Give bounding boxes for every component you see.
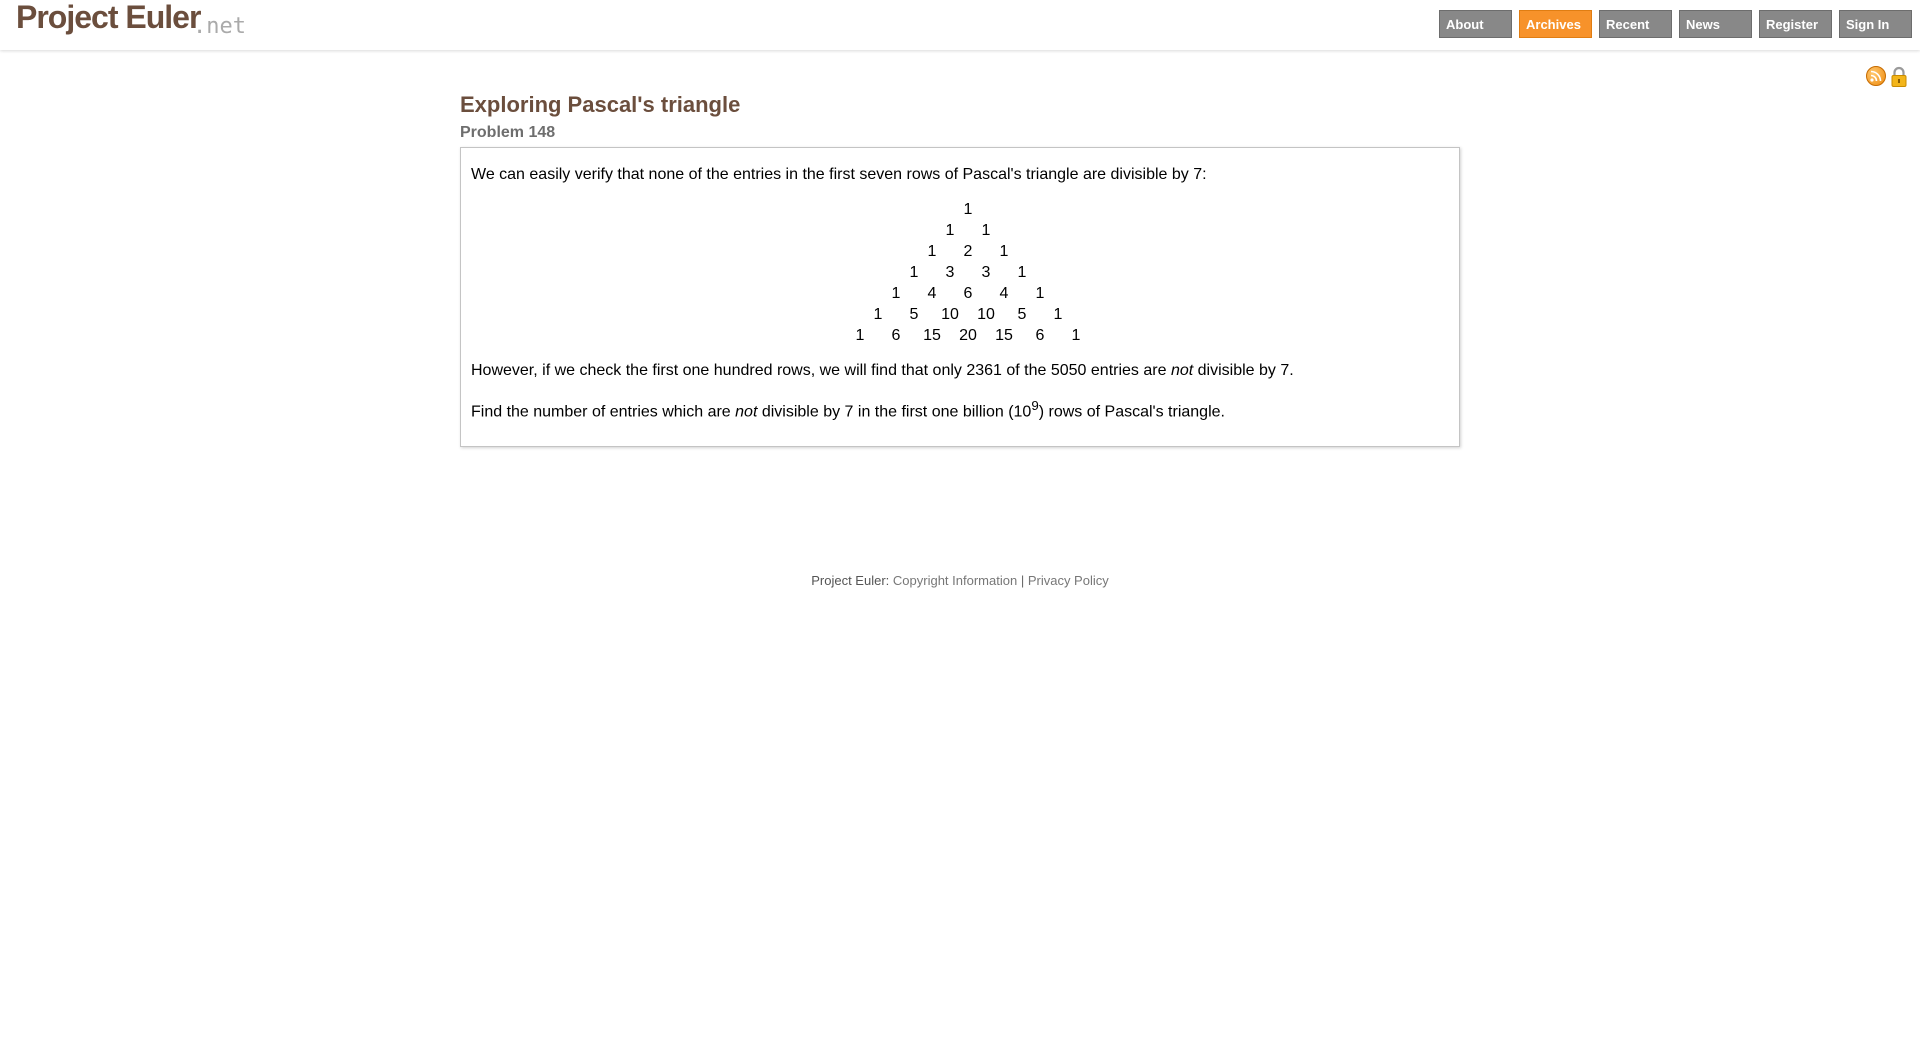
nav-news-button[interactable]: News bbox=[1679, 10, 1752, 38]
triangle-entry: 1 bbox=[999, 243, 1009, 260]
triangle-row: 1 3 3 1 bbox=[471, 262, 1449, 283]
corner-icons bbox=[1866, 66, 1908, 88]
para3-text-after: ) rows of Pascal's triangle. bbox=[1038, 403, 1225, 421]
para3-text-middle: divisible by 7 in the first one billion … bbox=[757, 403, 1032, 421]
triangle-entry: 10 bbox=[977, 306, 995, 323]
nav-sign-in-button[interactable]: Sign In bbox=[1839, 10, 1912, 38]
triangle-entry: 1 bbox=[927, 243, 937, 260]
triangle-entry: 20 bbox=[959, 327, 977, 344]
footer: Project Euler: Copyright Information | P… bbox=[0, 573, 1920, 588]
problem-paragraph-2: However, if we check the first one hundr… bbox=[471, 360, 1449, 381]
problem-intro: We can easily verify that none of the en… bbox=[471, 166, 1207, 183]
para3-exponent: 9 bbox=[1031, 398, 1039, 413]
pascal-triangle: 1 1 1 1 2 1 1 3 3 1 1 4 6 4 1 1 5 10 10 5 1 1 6 15 20 15 6 1 bbox=[471, 199, 1449, 346]
footer-separator: | bbox=[1020, 573, 1025, 588]
para2-text-after: divisible by 7. bbox=[1193, 362, 1294, 379]
triangle-entry: 6 bbox=[1035, 327, 1045, 344]
nav-about-button[interactable]: About bbox=[1439, 10, 1512, 38]
triangle-entry: 3 bbox=[981, 264, 991, 281]
triangle-entry: 1 bbox=[945, 222, 955, 239]
triangle-entry: 5 bbox=[1017, 306, 1027, 323]
triangle-entry: 1 bbox=[1035, 285, 1045, 302]
triangle-row: 1 4 6 4 1 bbox=[471, 283, 1449, 304]
nav-register-button[interactable]: Register bbox=[1759, 10, 1832, 38]
top-bar: Project Euler .net About Archives Recent… bbox=[0, 0, 1920, 50]
triangle-entry: 4 bbox=[999, 285, 1009, 302]
triangle-entry: 6 bbox=[891, 327, 901, 344]
triangle-entry: 1 bbox=[963, 201, 973, 218]
problem-paragraph-3: Find the number of entries which are not… bbox=[471, 395, 1449, 422]
nav-recent-button[interactable]: Recent bbox=[1599, 10, 1672, 38]
para3-emphasis: not bbox=[735, 403, 758, 421]
para2-emphasis: not bbox=[1170, 362, 1194, 379]
triangle-entry: 1 bbox=[1053, 306, 1063, 323]
para2-text-before: However, if we check the first one hundr… bbox=[471, 362, 1171, 379]
triangle-entry: 1 bbox=[1017, 264, 1027, 281]
privacy-policy-link[interactable]: Privacy Policy bbox=[1028, 573, 1109, 588]
triangle-entry: 3 bbox=[945, 264, 955, 281]
triangle-entry: 5 bbox=[909, 306, 919, 323]
footer-brand: Project Euler: bbox=[811, 573, 890, 588]
problem-number: Problem 148 bbox=[460, 124, 556, 141]
para3-text-before: Find the number of entries which are bbox=[471, 403, 736, 421]
triangle-entry: 15 bbox=[923, 327, 941, 344]
nav-archives-button[interactable]: Archives bbox=[1519, 10, 1592, 38]
triangle-row: 1 6 15 20 15 6 1 bbox=[471, 325, 1449, 346]
triangle-row: 1 5 10 10 5 1 bbox=[471, 304, 1449, 325]
triangle-entry: 1 bbox=[1071, 327, 1081, 344]
triangle-entry: 1 bbox=[891, 285, 901, 302]
main-nav: About Archives Recent News Register Sign… bbox=[1439, 10, 1912, 38]
lock-icon[interactable] bbox=[1890, 66, 1908, 88]
triangle-row: 1 bbox=[471, 199, 1449, 220]
triangle-entry: 1 bbox=[873, 306, 883, 323]
logo-main-text: Project Euler bbox=[16, 0, 201, 35]
triangle-row: 1 2 1 bbox=[471, 241, 1449, 262]
triangle-entry: 4 bbox=[927, 285, 937, 302]
problem-content: Exploring Pascal's triangle Problem 148 … bbox=[460, 88, 1460, 448]
copyright-link[interactable]: Copyright Information bbox=[893, 573, 1017, 588]
problem-statement: We can easily verify that none of the en… bbox=[460, 147, 1460, 448]
triangle-entry: 6 bbox=[963, 285, 973, 302]
logo-suffix-text: .net bbox=[193, 14, 246, 39]
triangle-entry: 15 bbox=[995, 327, 1013, 344]
problem-title: Exploring Pascal's triangle bbox=[460, 92, 741, 117]
triangle-row: 11 bbox=[471, 220, 1449, 241]
triangle-entry: 1 bbox=[981, 222, 991, 239]
triangle-entry: 10 bbox=[941, 306, 959, 323]
triangle-entry: 1 bbox=[909, 264, 919, 281]
triangle-entry: 1 bbox=[855, 327, 865, 344]
rss-feed-icon[interactable] bbox=[1866, 66, 1886, 86]
triangle-entry: 2 bbox=[963, 243, 973, 260]
